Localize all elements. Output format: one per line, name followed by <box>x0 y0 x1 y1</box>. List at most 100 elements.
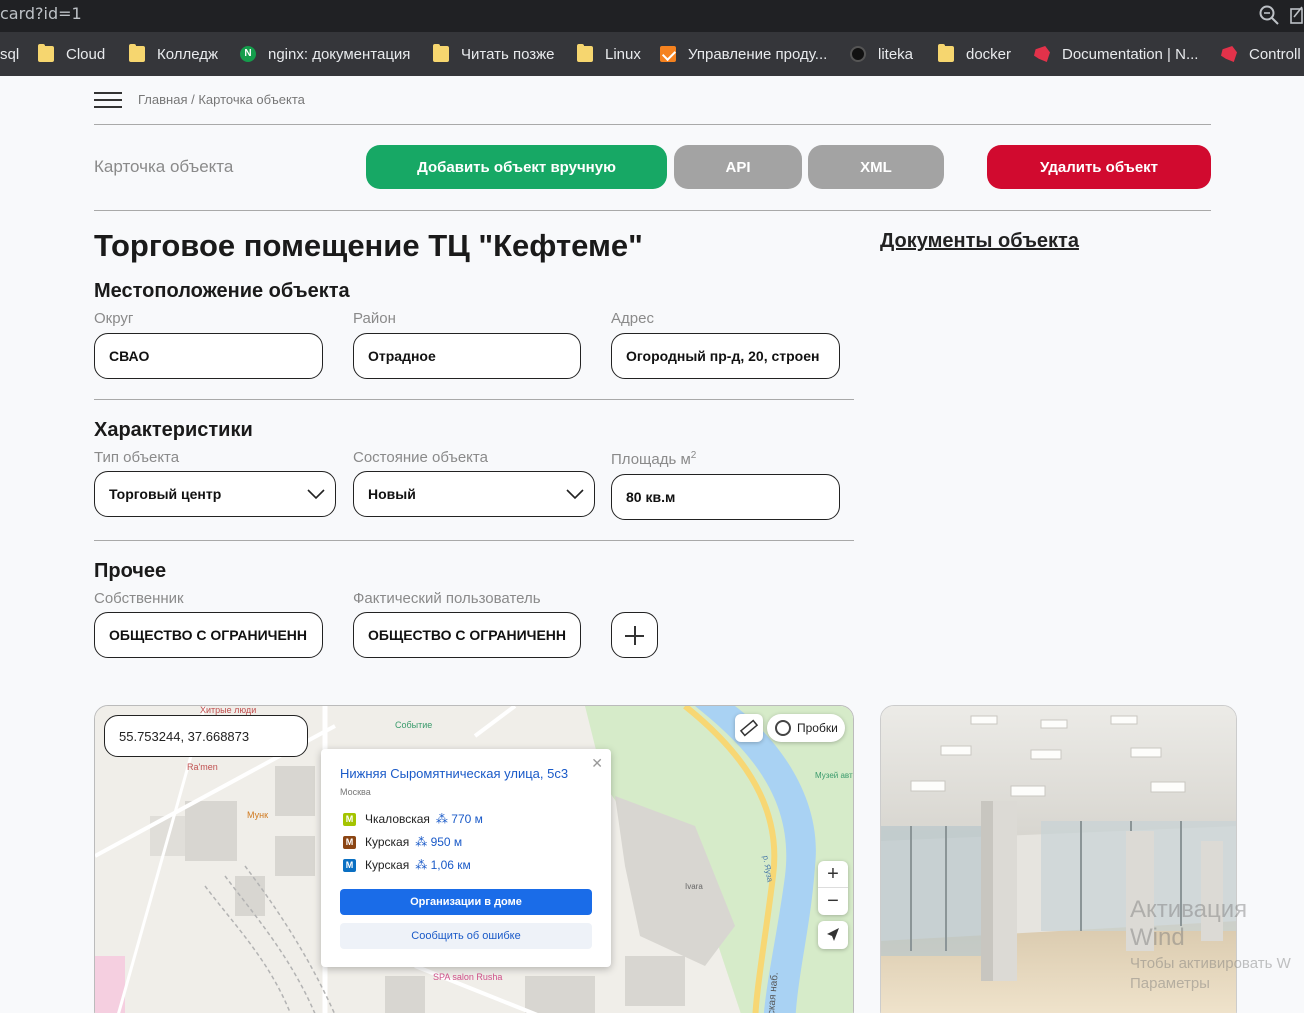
bookmark-linux[interactable]: Linux <box>577 32 641 76</box>
object-type-value: Торговый центр <box>109 486 222 502</box>
close-icon[interactable]: ✕ <box>591 755 603 772</box>
folder-icon <box>577 44 593 62</box>
popup-city: Москва <box>340 787 371 797</box>
share-icon[interactable] <box>1290 5 1304 25</box>
metro-name: Чкаловская <box>365 812 430 826</box>
bookmarks-bar: sql Cloud Колледж Nnginx: документация Ч… <box>0 32 1304 76</box>
nest-icon <box>1034 46 1050 62</box>
bookmark-label: docker <box>966 45 1012 63</box>
owner-field[interactable]: ОБЩЕСТВО С ОГРАНИЧЕНН <box>94 612 323 658</box>
area-field[interactable]: 80 кв.м <box>611 474 840 520</box>
chevron-down-icon <box>307 489 325 500</box>
other-heading: Прочее <box>94 560 167 582</box>
folder-icon <box>938 44 954 62</box>
state-label: Состояние объекта <box>353 449 488 466</box>
bookmark-college[interactable]: Колледж <box>129 32 218 76</box>
object-type-select[interactable]: Торговый центр <box>94 471 336 517</box>
delete-object-button[interactable]: Удалить объект <box>987 145 1211 189</box>
metro-station: М Курская ⁂ 1,06 км <box>343 858 471 872</box>
api-button[interactable]: API <box>674 145 802 189</box>
metro-distance: ⁂ 1,06 км <box>415 858 471 872</box>
divider <box>94 210 1211 211</box>
zoom-controls: + − <box>818 861 848 915</box>
report-error-button[interactable]: Сообщить об ошибке <box>340 923 592 949</box>
bookmark-label: Linux <box>605 45 641 63</box>
bookmark-docker[interactable]: docker <box>938 32 1011 76</box>
organizations-button[interactable]: Организации в доме <box>340 889 592 915</box>
nginx-icon: N <box>240 46 256 62</box>
characteristics-heading: Характеристики <box>94 419 253 441</box>
ruler-button[interactable] <box>735 714 763 742</box>
hamburger-menu-icon[interactable] <box>94 92 122 108</box>
bookmark-label: Управление проду... <box>688 45 828 63</box>
rayon-label: Район <box>353 310 396 327</box>
traffic-label: Пробки <box>797 721 838 735</box>
chevron-down-icon <box>566 489 584 500</box>
ruler-icon <box>739 719 759 737</box>
add-user-button[interactable] <box>611 612 658 658</box>
bookmark-read-later[interactable]: Читать позже <box>433 32 555 76</box>
type-label: Тип объекта <box>94 449 180 466</box>
bookmark-label: liteka <box>878 45 914 63</box>
map-label: Хитрые люди <box>200 706 256 715</box>
metro-distance: ⁂ 950 м <box>415 835 463 849</box>
xml-button[interactable]: XML <box>808 145 944 189</box>
add-object-manual-button[interactable]: Добавить объект вручную <box>366 145 667 189</box>
address-popup: Нижняя Сыромятническая улица, 5с3 Москва… <box>321 749 611 967</box>
divider <box>94 124 1211 125</box>
actual-user-field[interactable]: ОБЩЕСТВО С ОГРАНИЧЕНН <box>353 612 581 658</box>
bookmark-cloud[interactable]: Cloud <box>38 32 105 76</box>
okrug-label: Округ <box>94 310 134 327</box>
metro-icon: М <box>343 812 356 826</box>
coordinates-input[interactable]: 55.753244, 37.668873 <box>104 715 308 757</box>
map-label: Ivara <box>685 882 703 891</box>
bookmark-documentation[interactable]: Documentation | N... <box>1034 32 1198 76</box>
browser-address-bar[interactable]: card?id=1 <box>0 0 1304 32</box>
orange-app-icon <box>660 46 676 62</box>
map-label: Ra'men <box>187 762 218 772</box>
okrug-field[interactable]: СВАО <box>94 333 323 379</box>
object-state-select[interactable]: Новый <box>353 471 595 517</box>
zoom-out-button[interactable]: − <box>818 888 848 915</box>
url-text[interactable]: card?id=1 <box>0 4 82 23</box>
divider <box>94 399 854 400</box>
map-label: SPA salon Rusha <box>433 972 502 982</box>
metro-icon: М <box>343 835 356 849</box>
object-state-value: Новый <box>368 486 416 502</box>
traffic-icon <box>775 720 791 736</box>
documents-link[interactable]: Документы объекта <box>880 230 1079 253</box>
location-heading: Местоположение объекта <box>94 280 350 302</box>
metro-icon: М <box>343 858 356 872</box>
divider <box>94 540 854 541</box>
zoom-icon[interactable] <box>1258 4 1280 26</box>
nest-icon <box>1221 46 1237 62</box>
breadcrumb[interactable]: Главная / Карточка объекта <box>138 92 305 107</box>
object-title: Торговое помещение ТЦ "Кефтеме" <box>94 228 643 263</box>
bookmark-label: sql <box>0 45 20 63</box>
card-label: Карточка объекта <box>94 157 234 176</box>
metro-name: Курская <box>365 835 410 849</box>
bookmark-nginx[interactable]: Nnginx: документация <box>240 32 410 76</box>
bookmark-label: nginx: документация <box>268 45 411 63</box>
location-arrow-icon <box>827 928 839 941</box>
bookmark-controll[interactable]: Controll <box>1221 32 1301 76</box>
actual-user-label: Фактический пользователь <box>353 590 541 607</box>
bookmark-label: Cloud <box>66 45 106 63</box>
metro-distance: ⁂ 770 м <box>435 812 483 826</box>
geolocation-button[interactable] <box>818 921 848 949</box>
bookmark-product[interactable]: Управление проду... <box>660 32 827 76</box>
bookmark-liteka[interactable]: liteka <box>850 32 913 76</box>
rayon-field[interactable]: Отрадное <box>353 333 581 379</box>
address-field[interactable]: Огородный пр-д, 20, строен <box>611 333 840 379</box>
folder-icon <box>38 44 54 62</box>
map[interactable]: Хитрые люди Событие Ra'men Мунк Ivara SP… <box>94 705 854 1013</box>
folder-icon <box>129 44 145 62</box>
traffic-button[interactable]: Пробки <box>767 714 845 742</box>
popup-address[interactable]: Нижняя Сыромятническая улица, 5с3 <box>340 766 568 781</box>
metro-name: Курская <box>365 858 410 872</box>
zoom-in-button[interactable]: + <box>818 861 848 888</box>
bookmark-sql[interactable]: sql <box>0 32 19 76</box>
map-label: Мунк <box>247 810 268 820</box>
bookmark-label: Читать позже <box>461 45 555 63</box>
map-label: Музей автомобилей мира <box>815 771 854 780</box>
